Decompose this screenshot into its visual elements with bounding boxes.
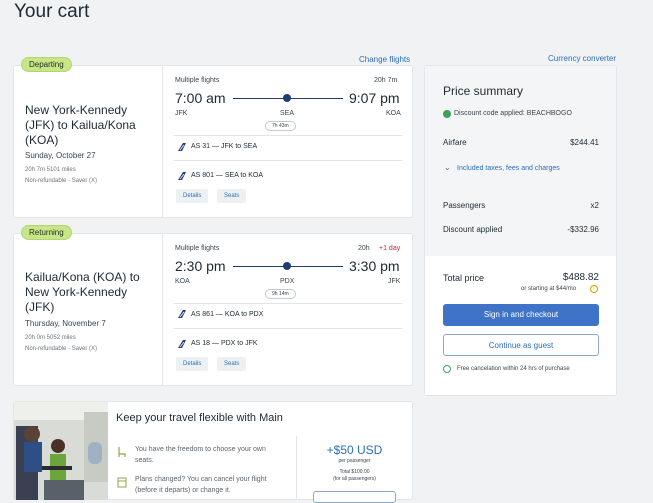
plus-day-badge: +1 day xyxy=(379,245,401,252)
flights-label: Multiple flights xyxy=(175,245,220,252)
airline-tail-icon xyxy=(178,143,186,151)
discount-code: Discount code applied: BEACHBOGO xyxy=(454,110,572,117)
origin-code: KOA xyxy=(175,278,190,285)
leg-2: AS 18 — PDX to JFK xyxy=(191,340,258,347)
departing-fare: Non-refundable · Saver (X) xyxy=(25,178,98,184)
leg-1: AS 861 — KOA to PDX xyxy=(191,311,264,318)
divider xyxy=(174,160,402,161)
returning-date: Thursday, November 7 xyxy=(25,319,106,328)
sign-in-checkout-button[interactable]: Sign in and checkout xyxy=(443,304,599,326)
upsell-per: per passenger xyxy=(338,458,371,464)
details-button[interactable]: Details xyxy=(176,357,209,371)
discount-label: Discount applied xyxy=(443,225,503,234)
route-line: New York-Kennedy xyxy=(25,103,128,117)
flights-label: Multiple flights xyxy=(175,77,220,84)
upsell-price: +$50 USD xyxy=(326,443,383,457)
bullet-line: Plans changed? You can cancel your fligh… xyxy=(135,476,267,483)
route-line: (JFK) xyxy=(25,300,55,314)
total-duration: 20h xyxy=(358,245,370,252)
leg-1: AS 31 — JFK to SEA xyxy=(191,143,258,150)
departing-duration-miles: 20h 7m 5101 miles xyxy=(25,167,76,173)
bullet-seats: You have the freedom to choose your own … xyxy=(135,444,266,466)
depart-time: 7:00 am xyxy=(175,90,226,106)
divider xyxy=(174,135,402,136)
cancel-note: Free cancelation within 24 hrs of purcha… xyxy=(457,366,570,372)
total-value: $488.82 xyxy=(562,272,599,283)
dest-code: KOA xyxy=(386,110,401,117)
passengers-value: x2 xyxy=(590,201,599,210)
dest-code: JFK xyxy=(388,278,401,285)
passengers-photo xyxy=(14,402,108,500)
route-line: New York-Kennedy xyxy=(25,285,128,299)
card-divider xyxy=(162,234,163,385)
returning-badge: Returning xyxy=(21,225,72,240)
bullet-cancel: Plans changed? You can cancel your fligh… xyxy=(135,474,267,496)
change-flights-link[interactable]: Change flights xyxy=(359,55,410,64)
currency-converter-link[interactable]: Currency converter xyxy=(548,54,616,63)
stop-code: SEA xyxy=(280,110,295,117)
airfare-value: $244.41 xyxy=(570,138,599,147)
info-icon[interactable]: i xyxy=(590,285,598,293)
layover-chip: 7h 43m xyxy=(265,121,296,131)
seat-icon xyxy=(118,447,126,457)
check-circle-icon xyxy=(443,365,451,373)
bullet-line: You have the freedom to choose your own xyxy=(135,446,266,453)
upsell-total: Total $100.00 xyxy=(339,469,370,475)
bullet-line: seats. xyxy=(135,457,154,464)
returning-route: Kailua/Kona (KOA) to New York-Kennedy (J… xyxy=(25,270,140,315)
stop-dot xyxy=(283,94,291,102)
departing-badge: Departing xyxy=(21,57,72,72)
departing-date: Sunday, October 27 xyxy=(25,151,96,160)
layover-chip: 9h 14m xyxy=(265,289,296,299)
route-line: Kailua/Kona (KOA) to xyxy=(25,270,140,284)
returning-duration-miles: 20h 0m 5052 miles xyxy=(25,335,76,341)
departing-route: New York-Kennedy (JFK) to Kailua/Kona (K… xyxy=(25,103,136,148)
route-line: (JFK) to Kailua/Kona xyxy=(25,118,136,132)
upsell-title: Keep your travel flexible with Main xyxy=(116,412,283,424)
route-line: (KOA) xyxy=(25,133,59,147)
upsell-total-sub: (for all passengers) xyxy=(333,476,376,482)
airfare-label: Airfare xyxy=(443,138,467,147)
bullet-line: (before it departs) or change it. xyxy=(135,487,231,494)
depart-time: 2:30 pm xyxy=(175,258,226,274)
upsell-divider xyxy=(296,436,297,500)
stop-dot xyxy=(283,262,291,270)
details-button[interactable]: Details xyxy=(176,189,209,203)
airline-tail-icon xyxy=(178,340,186,348)
total-label: Total price xyxy=(443,273,485,283)
card-divider xyxy=(162,66,163,217)
calendar-icon xyxy=(117,477,127,488)
passengers-label: Passengers xyxy=(443,201,486,210)
stop-code: PDX xyxy=(280,278,295,285)
divider xyxy=(174,303,402,304)
total-duration: 20h 7m xyxy=(374,77,398,84)
airline-tail-icon xyxy=(178,310,186,318)
arrive-time: 3:30 pm xyxy=(349,258,400,274)
divider xyxy=(174,328,402,329)
summary-title: Price summary xyxy=(443,84,524,98)
check-icon xyxy=(443,110,451,118)
discount-value: -$332.96 xyxy=(567,225,599,234)
upgrade-button[interactable] xyxy=(313,491,396,503)
continue-as-guest-button[interactable]: Continue as guest xyxy=(443,334,599,356)
seats-button[interactable]: Seats xyxy=(217,357,247,371)
airline-tail-icon xyxy=(178,172,186,180)
returning-fare: Non-refundable · Saver (X) xyxy=(25,346,98,352)
seats-button[interactable]: Seats xyxy=(217,189,247,203)
origin-code: JFK xyxy=(175,110,188,117)
monthly-price: or starting at $44/mo xyxy=(521,286,577,292)
page-title: Your cart xyxy=(14,1,90,22)
arrive-time: 9:07 pm xyxy=(349,90,400,106)
leg-2: AS 801 — SEA to KOA xyxy=(191,172,263,179)
taxes-link[interactable]: Included taxes, fees and charges xyxy=(457,165,560,172)
chevron-down-icon[interactable]: ⌄ xyxy=(444,163,451,172)
